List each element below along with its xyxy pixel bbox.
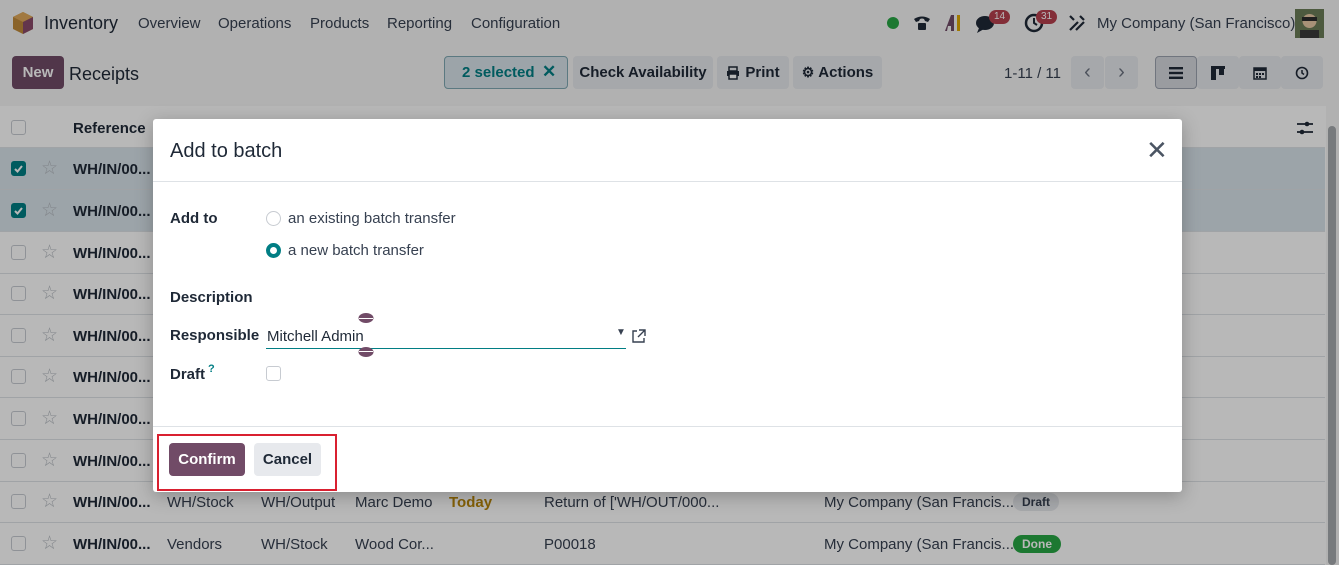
radio-new-batch[interactable] [266, 243, 281, 258]
text-cursor-bottom-handle-icon [358, 347, 374, 357]
caret-down-icon[interactable]: ▼ [616, 327, 626, 338]
external-link-icon[interactable] [631, 329, 646, 344]
dialog-header: Add to batch ✕ [153, 119, 1182, 182]
description-label: Description [170, 289, 253, 306]
confirm-button[interactable]: Confirm [169, 443, 245, 476]
radio-existing-batch[interactable] [266, 211, 281, 226]
text-cursor-top-handle-icon [358, 313, 374, 323]
draft-checkbox[interactable] [266, 366, 281, 381]
option-existing-label[interactable]: an existing batch transfer [288, 210, 456, 227]
dialog-title: Add to batch [170, 140, 283, 162]
cancel-button[interactable]: Cancel [254, 443, 321, 476]
close-icon[interactable]: ✕ [1146, 137, 1168, 163]
option-new-label[interactable]: a new batch transfer [288, 242, 424, 259]
draft-label: Draft [170, 366, 206, 383]
responsible-value: Mitchell Admin [267, 328, 364, 345]
dialog-footer: Confirm Cancel [153, 426, 1182, 492]
responsible-field[interactable]: Mitchell Admin ▼ [266, 321, 626, 349]
add-to-batch-dialog: Add to batch ✕ Add to an existing batch … [153, 119, 1182, 492]
help-tooltip-icon[interactable]: ? [208, 363, 215, 375]
responsible-label: Responsible [170, 327, 260, 344]
add-to-label: Add to [170, 210, 218, 227]
